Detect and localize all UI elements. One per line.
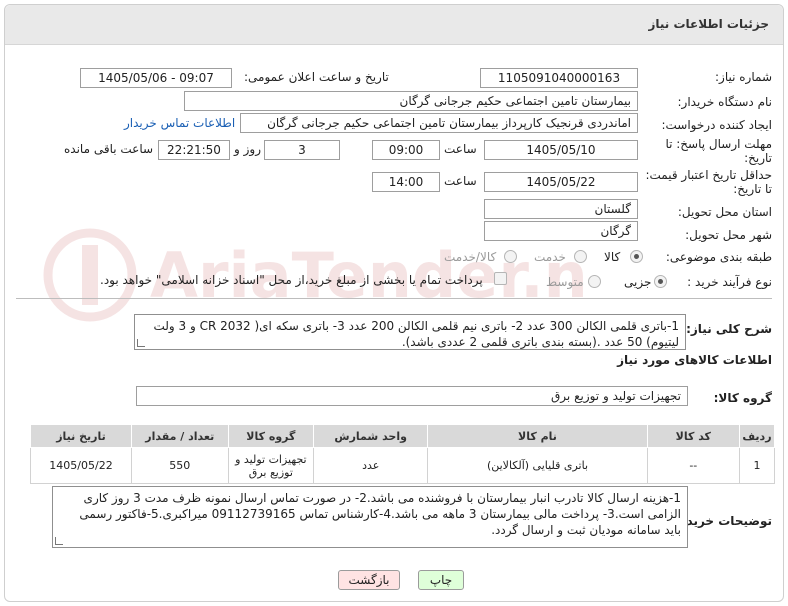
page: جزئیات اطلاعات نیاز AriaTender.net شماره… (0, 0, 788, 606)
province-field: گلستان (484, 199, 638, 219)
category-option-service: خدمت (534, 250, 566, 264)
table-row: 1 -- باتری قلیایی (آلکالاین) عدد تجهیزات… (30, 447, 776, 484)
need-number-label: شماره نیاز: (715, 70, 772, 84)
category-label: طبقه بندی موضوعی: (665, 250, 772, 264)
process-radio-minor[interactable] (654, 275, 667, 288)
days-label: روز و (234, 142, 261, 156)
cell-code: -- (646, 447, 740, 484)
buyer-org-field: بیمارستان تامین اجتماعی حکیم جرجانی گرگا… (184, 91, 638, 111)
resize-grip-icon[interactable] (55, 537, 63, 545)
remaining-time-label: ساعت باقی مانده (64, 142, 154, 156)
goods-group-label: گروه کالا: (713, 391, 772, 405)
reply-time-field: 09:00 (372, 140, 440, 160)
announce-datetime-label: تاریخ و ساعت اعلان عمومی: (244, 70, 389, 84)
process-type-label: نوع فرآیند خرید : (687, 275, 772, 289)
requester-field: اماندردی قرنجیک کارپرداز بیمارستان تامین… (240, 113, 638, 133)
remaining-time-field: 22:21:50 (158, 140, 230, 160)
cell-row: 1 (738, 447, 776, 484)
treasury-payment-note: پرداخت تمام یا بخشی از مبلغ خرید،از محل … (100, 273, 483, 287)
reply-date-field: 1405/05/10 (484, 140, 638, 160)
cell-group: تجهیزات تولید و توزیع برق (227, 447, 315, 484)
price-validity-label: حداقل تاریخ اعتبار قیمت: (645, 168, 772, 182)
price-validity-label-2: تا تاریخ: (733, 182, 772, 196)
validity-date-field: 1405/05/22 (484, 172, 638, 192)
col-name: نام کالا (427, 424, 648, 448)
cell-qty: 550 (131, 447, 229, 484)
resize-grip-icon[interactable] (137, 339, 145, 347)
remaining-days-field: 3 (264, 140, 340, 160)
cell-unit: عدد (313, 447, 429, 484)
validity-time-field: 14:00 (372, 172, 440, 192)
treasury-payment-checkbox[interactable] (494, 272, 507, 285)
panel-title: جزئیات اطلاعات نیاز (5, 5, 783, 45)
reply-deadline-label: مهلت ارسال پاسخ: تا (665, 137, 772, 151)
col-group: گروه کالا (227, 424, 315, 448)
requester-label: ایجاد کننده درخواست: (661, 118, 772, 132)
col-qty: تعداد / مقدار (131, 424, 229, 448)
validity-time-label: ساعت (444, 174, 477, 188)
description-label: شرح کلی نیاز: (686, 322, 772, 336)
cell-name: باتری قلیایی (آلکالاین) (427, 447, 648, 484)
process-radio-medium[interactable] (588, 275, 601, 288)
cell-need-date: 1405/05/22 (30, 447, 132, 484)
reply-time-label: ساعت (444, 142, 477, 156)
buyer-contact-link[interactable]: اطلاعات تماس خریدار (124, 116, 235, 130)
description-text: 1-باتری قلمی الکالن 300 عدد 2- باتری نیم… (153, 319, 679, 349)
category-radio-service[interactable] (574, 250, 587, 263)
city-label: شهر محل تحویل: (685, 228, 772, 242)
category-radio-both[interactable] (504, 250, 517, 263)
separator (16, 298, 772, 299)
reply-deadline-label-2: تاریخ: (744, 151, 772, 165)
process-option-medium: متوسط (546, 275, 584, 289)
col-need-date: تاریخ نیاز (30, 424, 132, 448)
category-radio-goods[interactable] (630, 250, 643, 263)
category-option-goods: کالا (604, 250, 621, 264)
col-row: ردیف (738, 424, 776, 448)
goods-info-title: اطلاعات کالاهای مورد نیاز (617, 353, 772, 367)
buyer-notes-textarea[interactable]: 1-هزینه ارسال کالا تادرب انبار بیمارستان… (52, 486, 688, 548)
buyer-org-label: نام دستگاه خریدار: (677, 95, 773, 109)
back-button[interactable]: بازگشت (338, 570, 400, 590)
process-option-minor: جزیی (624, 275, 652, 289)
table-header-row: ردیف کد کالا نام کالا واحد شمارش گروه کا… (30, 424, 776, 448)
announce-datetime-field: 1405/05/06 - 09:07 (80, 68, 232, 88)
goods-table: ردیف کد کالا نام کالا واحد شمارش گروه کا… (30, 424, 776, 484)
print-button[interactable]: چاپ (418, 570, 464, 590)
need-number-field: 1105091040000163 (480, 68, 638, 88)
col-code: کد کالا (646, 424, 740, 448)
buyer-notes-text: 1-هزینه ارسال کالا تادرب انبار بیمارستان… (79, 491, 681, 537)
province-label: استان محل تحویل: (677, 205, 772, 219)
category-option-both: کالا/خدمت (444, 250, 497, 264)
city-field: گرگان (484, 221, 638, 241)
col-unit: واحد شمارش (313, 424, 429, 448)
goods-group-field: تجهیزات تولید و توزیع برق (136, 386, 688, 406)
description-textarea[interactable]: 1-باتری قلمی الکالن 300 عدد 2- باتری نیم… (134, 314, 686, 350)
